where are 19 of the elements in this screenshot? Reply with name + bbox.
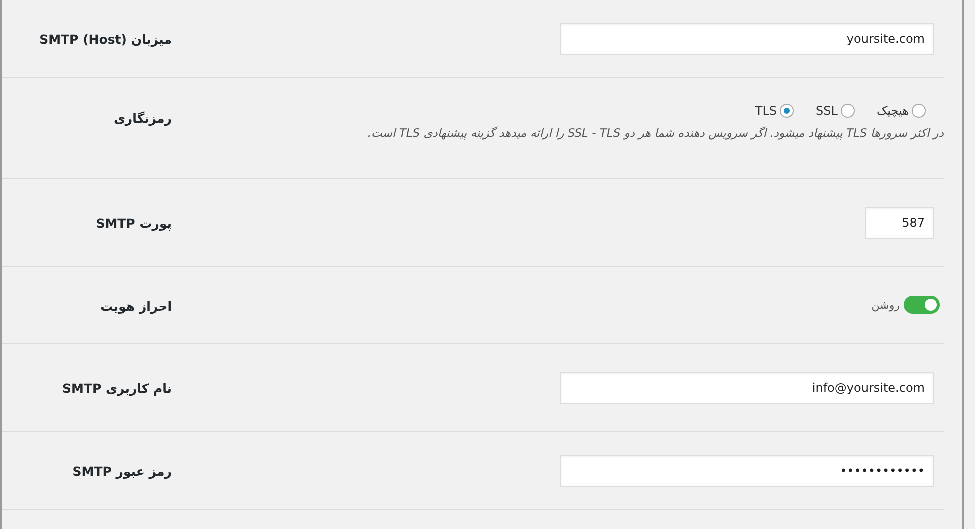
input-field[interactable]: •••••••••••• [560,454,934,486]
toggle-label: روشن [872,298,900,312]
radio-option[interactable]: TLS [755,104,794,118]
radio-icon[interactable] [840,104,855,118]
radio-icon[interactable] [780,104,794,118]
input-field[interactable]: 587 [865,206,934,238]
radio-option[interactable]: هیچیک [876,104,926,118]
input-field[interactable]: info@yoursite.com [560,372,934,404]
field-label: پورت SMTP [96,216,172,231]
field-label: رمزنگاری [114,111,172,126]
radio-option[interactable]: SSL [816,104,855,118]
field-label: نام کاربری SMTP [62,381,172,396]
description-text: در اکثر سرورها TLS پیشنهاد میشود. اگر سرویس دهنده شما هر دو SSL - TLS را ارائه میدهد گزینه پیشنهادی TLS است. [368,126,944,140]
field-label: میزبان SMTP (Host) [40,32,172,47]
field-label: احراز هویت [100,298,172,314]
radio-icon[interactable] [912,104,926,118]
toggle-switch[interactable] [904,296,940,314]
input-field[interactable]: yoursite.com [560,22,934,54]
field-label: رمز عبور SMTP [72,464,172,479]
